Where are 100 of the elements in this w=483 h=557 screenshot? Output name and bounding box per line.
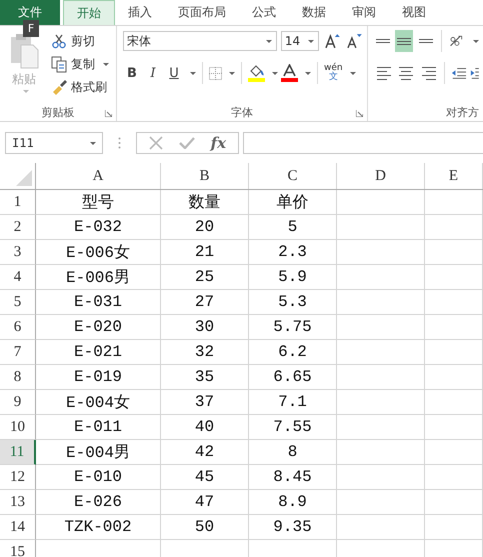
grow-font-icon[interactable] — [325, 33, 342, 49]
phonetic-button[interactable]: wén 文 — [324, 64, 343, 82]
caret-icon[interactable] — [350, 72, 356, 74]
paintbrush-icon — [51, 79, 67, 96]
table-cell — [425, 240, 483, 265]
table-cell — [425, 515, 483, 540]
ribbon-tab[interactable]: 开始 — [63, 0, 115, 25]
fill-color-icon[interactable] — [248, 64, 265, 82]
table-cell — [425, 190, 483, 215]
table-cell — [425, 440, 483, 465]
increase-indent-icon[interactable] — [470, 66, 480, 80]
table-cell: 5 — [249, 215, 337, 240]
column-header[interactable]: E — [425, 163, 483, 189]
copy-icon — [51, 56, 67, 73]
font-color-icon[interactable] — [281, 64, 298, 82]
ribbon-tab[interactable]: 公式 — [239, 0, 289, 25]
table-cell — [425, 340, 483, 365]
row-header[interactable]: 15 — [0, 540, 36, 557]
table-cell — [425, 465, 483, 490]
table-cell: 45 — [161, 465, 249, 490]
table-cell: 50 — [161, 515, 249, 540]
table-cell — [425, 490, 483, 515]
table-cell: 20 — [161, 215, 249, 240]
keytip-badge: F — [23, 20, 39, 37]
column-header[interactable]: C — [249, 163, 337, 189]
ribbon-tab[interactable]: 插入 — [115, 0, 165, 25]
cut-button[interactable]: 剪切 — [51, 32, 109, 51]
align-top-icon — [376, 39, 390, 43]
brush-button[interactable]: 格式刷 — [51, 78, 109, 97]
underline-button[interactable]: U — [165, 66, 183, 80]
caret-icon[interactable] — [305, 72, 311, 74]
row-header[interactable]: 6 — [0, 315, 36, 340]
table-cell: 40 — [161, 415, 249, 440]
file-tab[interactable]: 文件 — [0, 0, 60, 25]
ribbon-tab[interactable]: 审阅 — [339, 0, 389, 25]
row-header[interactable]: 3 — [0, 240, 36, 265]
column-header[interactable]: B — [161, 163, 249, 189]
table-cell: 7.1 — [249, 390, 337, 415]
table-cell: E-026 — [36, 490, 161, 515]
font-name-field[interactable]: 宋体 — [123, 31, 277, 51]
table-cell: 21 — [161, 240, 249, 265]
row-header[interactable]: 7 — [0, 340, 36, 365]
table-cell: 37 — [161, 390, 249, 415]
table-cell: E-020 — [36, 315, 161, 340]
caret-icon[interactable] — [229, 72, 235, 74]
dialog-launcher-icon[interactable] — [105, 110, 112, 117]
borders-icon[interactable] — [209, 66, 222, 80]
grip-icon — [118, 137, 121, 149]
scissors-icon — [51, 33, 67, 50]
row-header[interactable]: 4 — [0, 265, 36, 290]
column-header[interactable]: D — [337, 163, 425, 189]
table-cell: TZK-002 — [36, 515, 161, 540]
caret-icon[interactable] — [90, 142, 96, 144]
table-cell: 25 — [161, 265, 249, 290]
row-header[interactable]: 14 — [0, 515, 36, 540]
align-middle-button[interactable] — [395, 30, 413, 52]
insert-function-button[interactable]: fx — [210, 134, 226, 152]
table-cell: 8 — [249, 440, 337, 465]
dialog-launcher-icon[interactable] — [356, 110, 363, 117]
row-header[interactable]: 12 — [0, 465, 36, 490]
row-header[interactable]: 5 — [0, 290, 36, 315]
font-size-field[interactable]: 14 — [280, 31, 320, 51]
ribbon-tab[interactable]: 页面布局 — [165, 0, 239, 25]
italic-button[interactable]: I — [144, 66, 162, 80]
ribbon-tab[interactable]: 视图 — [389, 0, 439, 25]
caret-icon[interactable] — [308, 40, 314, 42]
table-cell: E-006男 — [36, 265, 161, 290]
table-cell: 30 — [161, 315, 249, 340]
caret-icon[interactable] — [266, 40, 272, 42]
caret-icon[interactable] — [190, 72, 196, 74]
group-label: 字体 — [231, 104, 253, 120]
table-cell — [425, 315, 483, 340]
bold-button[interactable]: B — [123, 66, 141, 80]
table-cell: E-004男 — [36, 440, 161, 465]
shrink-font-icon[interactable] — [347, 33, 363, 49]
copy-button[interactable]: 复制 — [51, 55, 109, 74]
group-label: 剪贴板 — [42, 104, 74, 120]
caret-icon[interactable] — [272, 72, 278, 74]
column-header[interactable]: A — [36, 163, 161, 189]
table-cell: E-006女 — [36, 240, 161, 265]
table-cell — [425, 415, 483, 440]
table-cell: 数量 — [161, 190, 249, 215]
table-cell: 5.9 — [249, 265, 337, 290]
decrease-indent-icon[interactable] — [451, 66, 468, 80]
row-header[interactable]: 1 — [0, 190, 36, 215]
row-header[interactable]: 2 — [0, 215, 36, 240]
checkmark-icon[interactable] — [178, 137, 195, 149]
row-header[interactable]: 11 — [0, 440, 36, 465]
table-cell — [425, 265, 483, 290]
row-header[interactable]: 9 — [0, 390, 36, 415]
ribbon-tab[interactable]: 数据 — [289, 0, 339, 25]
row-header[interactable]: 8 — [0, 365, 36, 390]
formula-field[interactable] — [243, 132, 483, 154]
table-cell: E-019 — [36, 365, 161, 390]
caret-icon[interactable] — [473, 40, 480, 42]
table-cell: 7.55 — [249, 415, 337, 440]
align-right-icon — [422, 66, 436, 80]
name-box[interactable]: I11 — [5, 132, 103, 154]
table-cell: 6.2 — [249, 340, 337, 365]
row-header[interactable]: 13 — [0, 490, 36, 515]
